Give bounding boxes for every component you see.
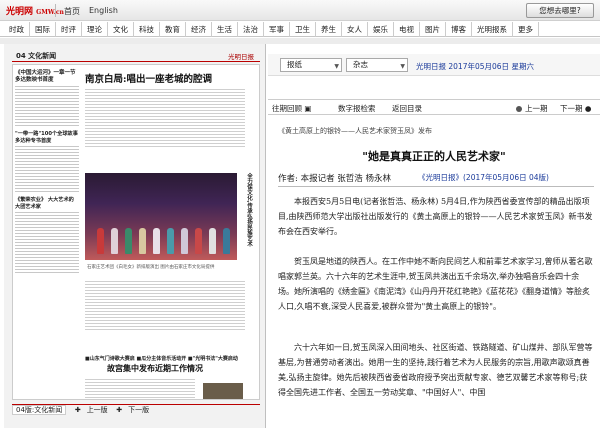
category-8[interactable]: 生活 xyxy=(212,22,238,37)
source: 《光明日报》(2017年05月06日 04版) xyxy=(418,173,549,182)
nav-english[interactable]: English xyxy=(89,6,118,17)
magazine-select[interactable]: 杂志 ▼ xyxy=(346,58,408,72)
category-2[interactable]: 时评 xyxy=(56,22,82,37)
page-header: 04 文化新闻 光明日报 xyxy=(12,52,260,62)
next-page-link[interactable]: 下一版 xyxy=(128,406,149,414)
section-label: 04 文化新闻 xyxy=(16,52,57,60)
category-12[interactable]: 养生 xyxy=(316,22,342,37)
masthead: 光明日报 xyxy=(228,53,254,61)
np-subtitle-2[interactable]: ■山东气门诗歌大赛启 ■瓜分主体音乐活动开 ■"光明书法"大赛启动 xyxy=(85,355,238,362)
page-nav-bottom: 04版:文化新闻 ✚ 上一版 ✚ 下一版 xyxy=(12,404,260,416)
divider xyxy=(278,186,594,187)
issue-date: 光明日报 2017年05月06日 星期六 xyxy=(416,62,534,71)
category-10[interactable]: 军事 xyxy=(264,22,290,37)
category-5[interactable]: 科技 xyxy=(134,22,160,37)
article-pane: 报纸 ▼ 杂志 ▼ 光明日报 2017年05月06日 星期六 往期回顾 ▣ 数字报检… xyxy=(268,44,600,428)
app-root: { "site": {"logo": "光明网", "logo_tiny": "… xyxy=(0,0,600,428)
np-headline[interactable]: 南京白局:唱出一座老城的腔调 xyxy=(85,71,212,85)
np-photo-caption: 石家庄艺术团《白毛女》新排版演出 图片由石家庄市文化局提供 xyxy=(87,265,215,270)
category-9[interactable]: 法治 xyxy=(238,22,264,37)
category-3[interactable]: 理论 xyxy=(82,22,108,37)
prev-page-link[interactable]: 上一版 xyxy=(87,406,108,414)
next-issue-button[interactable]: 下一期 ● xyxy=(560,103,591,114)
category-4[interactable]: 文化 xyxy=(108,22,134,37)
search-button[interactable]: 数字报检索 xyxy=(338,103,376,114)
issue-toolbar: 往期回顾 ▣ 数字报检索 返回目录 上一期 下一期 ● xyxy=(268,99,600,115)
control-bar: 报纸 ▼ 杂志 ▼ 光明日报 2017年05月06日 星期六 xyxy=(268,54,600,76)
category-bar: 时政 国际 时评 理论 文化 科技 教育 经济 生活 法治 军事 卫生 养生 女人 娱乐 电视 图片 博客 光明报系… xyxy=(0,22,600,37)
category-16[interactable]: 图片 xyxy=(420,22,446,37)
np-text-block-2 xyxy=(85,279,245,332)
category-14[interactable]: 娱乐 xyxy=(368,22,394,37)
next-page-icon[interactable]: ✚ xyxy=(116,406,122,414)
np-stage-photo[interactable] xyxy=(85,173,237,260)
paragraph-1: 本报西安5月5日电(记者张哲浩、杨永林) 5月4日,作为陕西省委宣传部的精品出版… xyxy=(278,197,593,236)
paragraph-2: 贺玉凤是地道的陕西人。在工作中她不断向民间艺人和前辈艺术家学习,曾师从著名歌唱家… xyxy=(278,257,593,311)
where-to-go-button[interactable]: 您想去哪里? xyxy=(526,3,594,18)
np-text-block xyxy=(85,87,245,149)
category-11[interactable]: 卫生 xyxy=(290,22,316,37)
page-name: 04版:文化新闻 xyxy=(12,405,67,415)
category-18[interactable]: 光明报系 xyxy=(472,22,513,37)
np-left-title[interactable]: 《中国大运河》一章一节 多达数映书首度 xyxy=(15,70,79,84)
article-title: "她是真真正正的人民艺术家" xyxy=(362,150,506,163)
nav-home[interactable]: 首页 xyxy=(64,6,80,17)
np-left-title-c[interactable]: 《繁荣农业》 大大艺术的 大团艺术家 xyxy=(15,197,79,210)
byline: 作者: 本报记者 张哲浩 杨永林 xyxy=(278,174,391,184)
category-0[interactable]: 时政 xyxy=(4,22,30,37)
prev-issue-button[interactable]: 上一期 xyxy=(516,103,548,114)
prev-page-icon[interactable]: ✚ xyxy=(75,406,81,414)
np-text-block-3 xyxy=(85,377,195,399)
chevron-down-icon: ▼ xyxy=(400,63,405,70)
top-bar: 光明网 GMW.cn 首页 English 您想去哪里? xyxy=(0,0,600,21)
category-13[interactable]: 女人 xyxy=(342,22,368,37)
np-headline-2[interactable]: 故宫集中发布近期工作情况 xyxy=(107,363,203,374)
breadcrumb: 《黄土高原上的银铃——人民艺术家贺玉凤》发布 xyxy=(278,127,432,135)
np-left-title-b[interactable]: "一带一路"100个全球故事 多达种专书首度 xyxy=(15,131,79,144)
arrow-left-icon xyxy=(516,106,522,112)
newspaper-page-image[interactable]: 《中国大运河》一章一节 多达数映书首度 "一带一路"100个全球故事 多达种专书… xyxy=(12,64,260,400)
paragraph-3: 六十六年如一日,贺玉凤深入田间地头、社区街道、铁路隧道、矿山煤井、部队军营等基层… xyxy=(278,343,593,397)
paper-select[interactable]: 报纸 ▼ xyxy=(280,58,342,72)
arrow-right-icon: ● xyxy=(584,104,592,113)
top-nav: 首页 English xyxy=(64,6,118,17)
calendar-icon: ▣ xyxy=(304,104,312,113)
category-1[interactable]: 国际 xyxy=(30,22,56,37)
divider xyxy=(55,4,56,17)
home-button[interactable]: 返回目录 xyxy=(392,103,422,114)
category-19[interactable]: 更多 xyxy=(513,22,539,37)
category-7[interactable]: 经济 xyxy=(186,22,212,37)
np-small-photo[interactable] xyxy=(203,383,243,399)
np-vertical-title: 全力保文化,传承弘扬民族艺术 xyxy=(246,173,252,247)
byline-row: 作者: 本报记者 张哲浩 杨永林 《光明日报》(2017年05月06日 04版) xyxy=(268,172,600,184)
category-17[interactable]: 博客 xyxy=(446,22,472,37)
category-15[interactable]: 电视 xyxy=(394,22,420,37)
chevron-down-icon: ▼ xyxy=(334,63,339,70)
back-issues-button[interactable]: 往期回顾 ▣ xyxy=(272,103,311,114)
category-6[interactable]: 教育 xyxy=(160,22,186,37)
np-left-column: 《中国大运河》一章一节 多达数映书首度 "一带一路"100个全球故事 多达种专书… xyxy=(15,67,79,397)
